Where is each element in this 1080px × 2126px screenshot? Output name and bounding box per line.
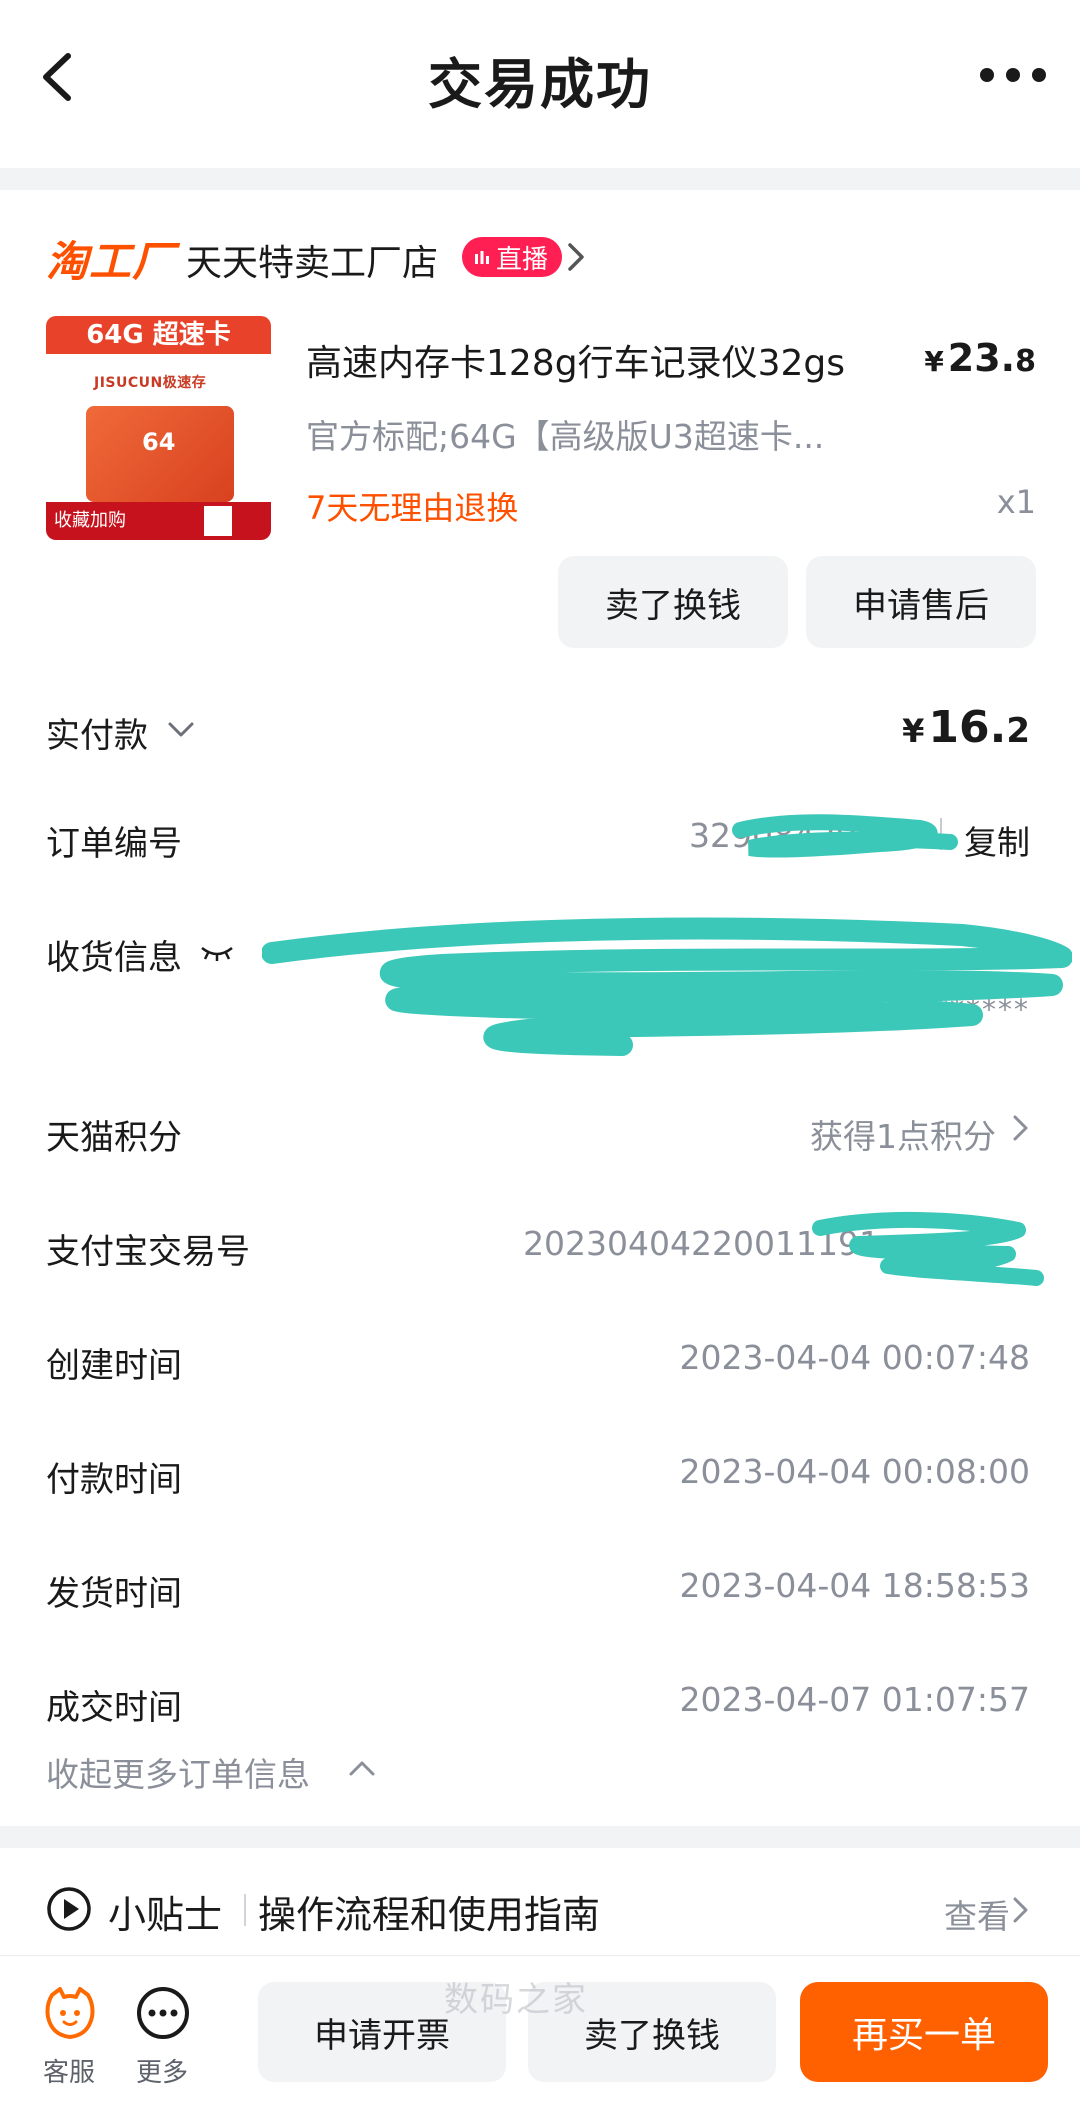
sell-for-cash-button[interactable]: 卖了换钱 — [558, 556, 788, 648]
shop-brand-logo[interactable]: 淘工厂 — [46, 228, 175, 289]
customer-service-icon[interactable] — [42, 1985, 98, 2041]
chevron-up-icon[interactable] — [348, 1758, 376, 1778]
tmall-points-label[interactable]: 天猫积分 — [46, 1110, 182, 1159]
shipping-time-label: 发货时间 — [46, 1574, 182, 1614]
live-bars-icon — [475, 251, 489, 264]
shipping-info-masked: ************** — [806, 993, 1030, 1026]
product-spec: 官方标配;64G【高级版U3超速卡... — [306, 417, 825, 456]
return-policy-tag: 7天无理由退换 — [306, 489, 519, 527]
tmall-points-value[interactable]: 获得1点积分 — [810, 1110, 996, 1158]
sd-adapter-graphic — [204, 506, 232, 536]
payment-time-value: 2023-04-04 00:08:00 — [679, 1452, 1030, 1491]
more-circle-icon[interactable] — [135, 1985, 191, 2041]
section-divider — [0, 168, 1080, 190]
alipay-trade-no-value: 20230404220011191 — [523, 1224, 880, 1263]
shop-name[interactable]: 天天特卖工厂店 — [186, 234, 438, 286]
chevron-right-icon[interactable] — [1012, 1896, 1030, 1924]
page-title: 交易成功 — [428, 53, 652, 116]
thumbnail-footer: 收藏加购 — [46, 502, 271, 540]
chevron-down-icon[interactable] — [166, 720, 196, 740]
more-options-icon[interactable] — [978, 62, 1048, 88]
header-bar: 交易成功 — [0, 0, 1080, 160]
redaction-scribble — [262, 917, 1072, 1056]
tips-view-link[interactable]: 查看 — [944, 1890, 1010, 1938]
shipping-info-label: 收货信息 — [46, 938, 182, 978]
deal-time-value: 2023-04-07 01:07:57 — [679, 1680, 1030, 1719]
copy-divider — [940, 818, 942, 850]
live-badge[interactable]: 直播 — [462, 237, 563, 277]
watermark: 数码之家 — [444, 1980, 588, 2020]
section-divider — [0, 1826, 1080, 1848]
chevron-right-icon[interactable] — [566, 241, 586, 273]
thumbnail-logo: JISUCUN极速存 — [94, 375, 207, 391]
deal-time-label: 成交时间 — [46, 1688, 182, 1728]
product-thumbnail[interactable]: 64G 超速卡 JISUCUN极速存 64 收藏加购 — [46, 316, 271, 540]
product-price: ¥23.8 — [924, 336, 1036, 380]
chevron-right-icon[interactable] — [1012, 1114, 1030, 1142]
alipay-trade-no-label: 支付宝交易号 — [46, 1232, 250, 1272]
more-label[interactable]: 更多 — [136, 2052, 188, 2089]
tips-description[interactable]: 操作流程和使用指南 — [258, 1884, 600, 1939]
payment-time-label: 付款时间 — [46, 1460, 182, 1500]
order-number-label: 订单编号 — [46, 824, 182, 864]
tips-title: 小贴士 — [108, 1893, 223, 1937]
collapse-order-info-link[interactable]: 收起更多订单信息 — [46, 1748, 310, 1796]
customer-service-label[interactable]: 客服 — [43, 2052, 95, 2089]
created-time-value: 2023-04-04 00:07:48 — [679, 1338, 1030, 1377]
shipping-time-value: 2023-04-04 18:58:53 — [679, 1566, 1030, 1605]
eye-closed-icon[interactable] — [200, 942, 234, 962]
paid-amount-label[interactable]: 实付款 — [46, 708, 148, 757]
after-sale-button[interactable]: 申请售后 — [806, 556, 1036, 648]
play-circle-icon[interactable] — [46, 1886, 92, 1932]
copy-order-number-button[interactable]: 复制 — [964, 816, 1030, 864]
thumbnail-banner: 64G 超速卡 — [46, 316, 271, 354]
created-time-label: 创建时间 — [46, 1346, 182, 1386]
product-title[interactable]: 高速内存卡128g行车记录仪32gs — [306, 334, 845, 386]
live-badge-label: 直播 — [496, 244, 549, 275]
paid-amount-value: ¥16.2 — [902, 702, 1030, 753]
product-quantity: x1 — [996, 483, 1036, 521]
memory-card-capacity: 64 — [142, 428, 176, 456]
tips-divider — [244, 1894, 246, 1926]
order-number-value: 32908429460 — [689, 816, 920, 855]
buy-again-button[interactable]: 再买一单 — [800, 1982, 1048, 2082]
